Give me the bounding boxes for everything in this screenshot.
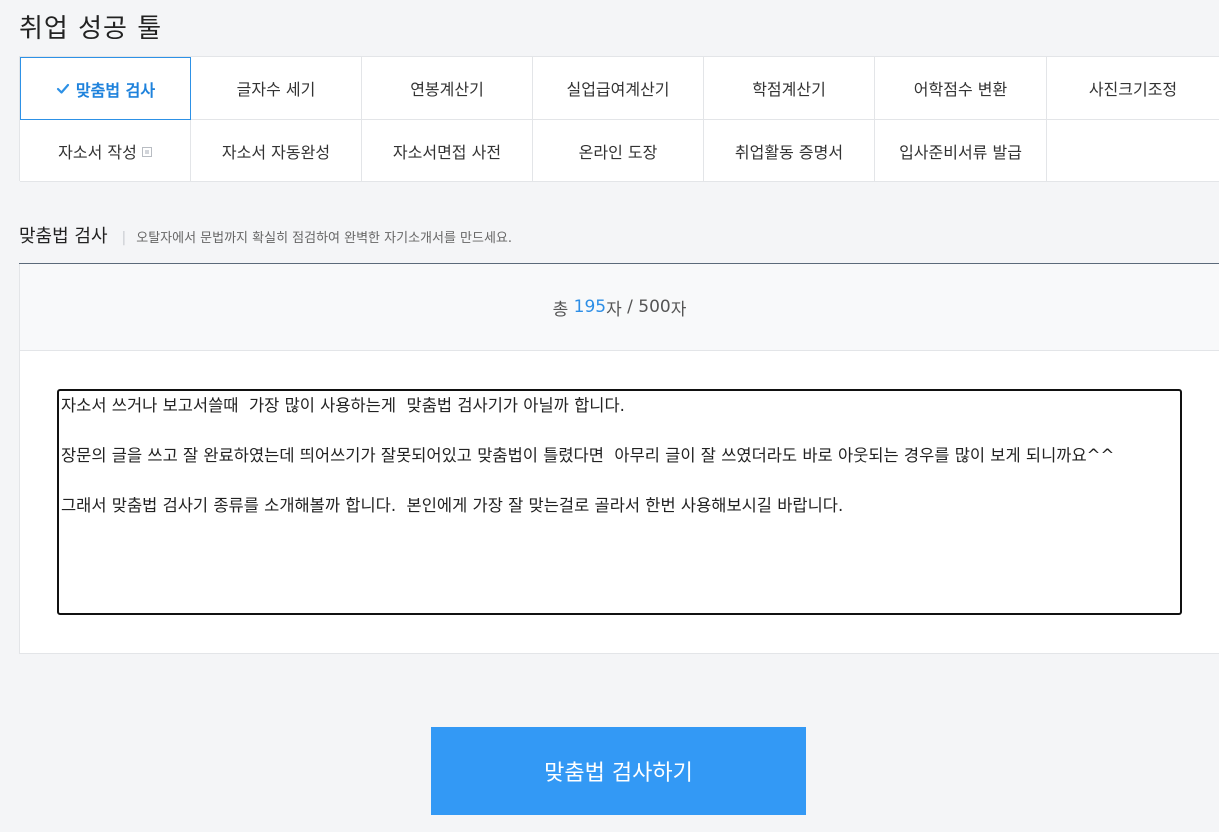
tab-document-issuance[interactable]: 입사준비서류 발급 (875, 120, 1047, 182)
tab-salary-calculator[interactable]: 연봉계산기 (362, 57, 533, 120)
spell-check-button[interactable]: 맞춤법 검사하기 (431, 727, 806, 815)
tab-label: 글자수 세기 (236, 80, 316, 99)
tool-menu: 맞춤법 검사 글자수 세기 연봉계산기 실업급여계산기 학점계산기 어학점수 변… (19, 56, 1219, 182)
tab-job-activity-certificate[interactable]: 취업활동 증명서 (704, 120, 875, 182)
tab-language-score-converter[interactable]: 어학점수 변환 (875, 57, 1047, 120)
divider: | (121, 230, 127, 246)
empty-cell (1047, 120, 1219, 182)
tab-label: 학점계산기 (752, 80, 826, 99)
tab-resume-autocomplete[interactable]: 자소서 자동완성 (191, 120, 362, 182)
external-link-icon (141, 146, 152, 157)
tab-label: 연봉계산기 (410, 80, 484, 99)
tab-unemployment-benefit-calculator[interactable]: 실업급여계산기 (533, 57, 704, 120)
tab-label: 온라인 도장 (578, 142, 658, 162)
counter-prefix: 총 (552, 299, 574, 320)
char-counter: 총 195 자 / 500 자 (19, 264, 1219, 351)
tab-label: 취업활동 증명서 (734, 142, 844, 162)
tab-label: 자소서 작성 (58, 142, 137, 162)
counter-max-unit: 자 (670, 299, 687, 320)
tab-label: 입사준비서류 발급 (899, 142, 1022, 162)
tab-label: 맞춤법 검사 (75, 80, 156, 100)
tab-label: 사진크기조정 (1088, 80, 1178, 99)
tab-label: 실업급여계산기 (566, 80, 670, 99)
tab-label: 자소서면접 사전 (392, 142, 502, 162)
tab-label: 어학점수 변환 (913, 80, 1008, 99)
section-description: 오탈자에서 문법까지 확실히 점검하여 완벽한 자기소개서를 만드세요. (136, 231, 513, 246)
tab-online-stamp[interactable]: 온라인 도장 (533, 120, 704, 182)
tab-char-count[interactable]: 글자수 세기 (191, 57, 362, 120)
tab-gpa-calculator[interactable]: 학점계산기 (704, 57, 875, 120)
tab-resume-interview-dictionary[interactable]: 자소서면접 사전 (362, 120, 533, 182)
section-header: 맞춤법 검사 | 오탈자에서 문법까지 확실히 점검하여 완벽한 자기소개서를 … (19, 222, 512, 248)
current-count: 195 (573, 297, 607, 317)
counter-separator: / (621, 297, 639, 317)
page-title: 취업 성공 툴 (19, 14, 163, 44)
editor-panel: 자소서 쓰거나 보고서쓸때 가장 많이 사용하는게 맞춤법 검사기가 아닐까 합… (19, 351, 1219, 654)
text-input-area[interactable]: 자소서 쓰거나 보고서쓸때 가장 많이 사용하는게 맞춤법 검사기가 아닐까 합… (57, 389, 1182, 615)
section-title: 맞춤법 검사 (19, 226, 108, 247)
tab-spell-check[interactable]: 맞춤법 검사 (20, 57, 191, 120)
counter-unit: 자 (606, 299, 622, 320)
tab-resume-writing[interactable]: 자소서 작성 (20, 120, 191, 182)
check-icon (56, 83, 70, 94)
tab-label: 자소서 자동완성 (221, 142, 331, 162)
max-count: 500 (638, 297, 671, 317)
tab-photo-resize[interactable]: 사진크기조정 (1047, 57, 1219, 120)
